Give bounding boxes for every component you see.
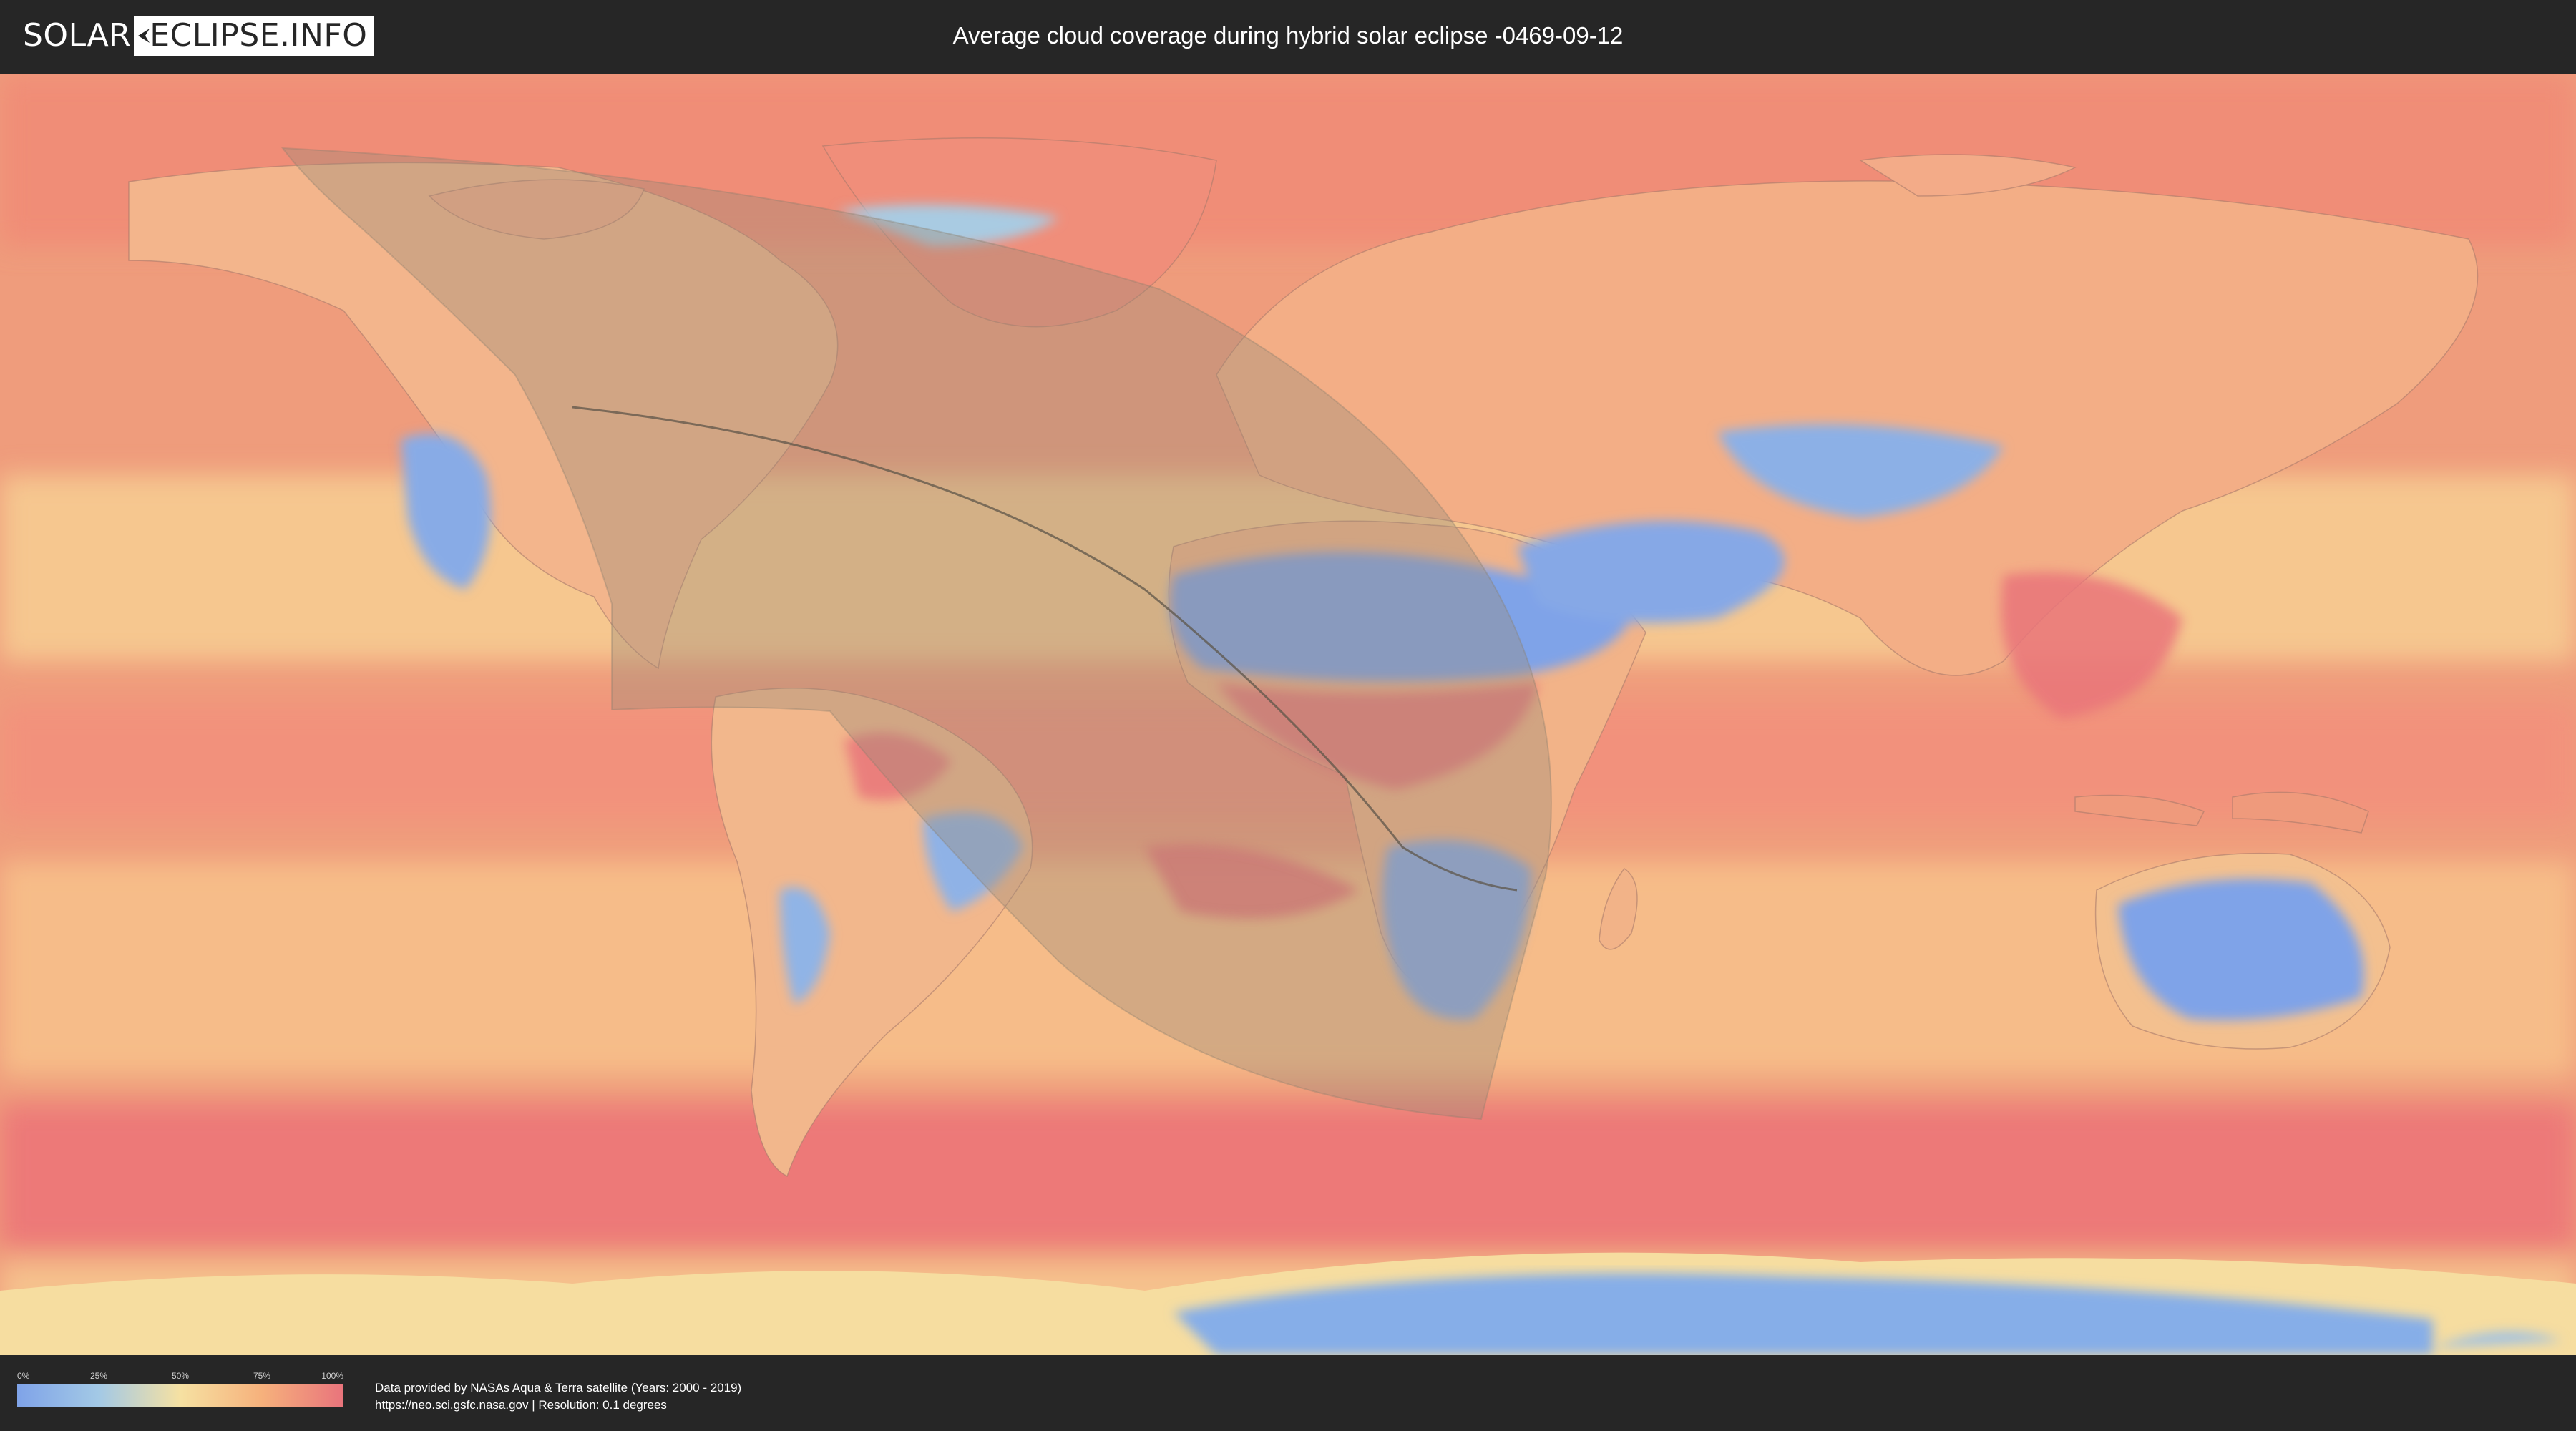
world-map-svg — [0, 74, 2576, 1355]
credits-line-1: Data provided by NASAs Aqua & Terra sate… — [375, 1381, 742, 1395]
legend-tick-0: 0% — [17, 1371, 30, 1381]
legend-tick-50: 50% — [171, 1371, 190, 1381]
cloud-coverage-map[interactable] — [0, 74, 2576, 1355]
page-title: Average cloud coverage during hybrid sol… — [952, 22, 1624, 49]
footer-bar: 0% 25% 50% 75% 100% Data provided by NAS… — [0, 1355, 2576, 1431]
credits-line-2: https://neo.sci.gsfc.nasa.gov | Resoluti… — [375, 1398, 667, 1412]
legend-ticks: 0% 25% 50% 75% 100% — [17, 1371, 343, 1384]
data-credits: Data provided by NASAs Aqua & Terra sate… — [375, 1379, 741, 1414]
legend-tick-25: 25% — [89, 1371, 108, 1381]
cloud-coverage-legend: 0% 25% 50% 75% 100% — [17, 1371, 343, 1407]
legend-tick-100: 100% — [321, 1371, 343, 1381]
header-bar: SOLAR ECLIPSE.INFO Average cloud coverag… — [0, 0, 2576, 72]
legend-tick-75: 75% — [253, 1371, 271, 1381]
legend-color-bar — [17, 1384, 343, 1407]
